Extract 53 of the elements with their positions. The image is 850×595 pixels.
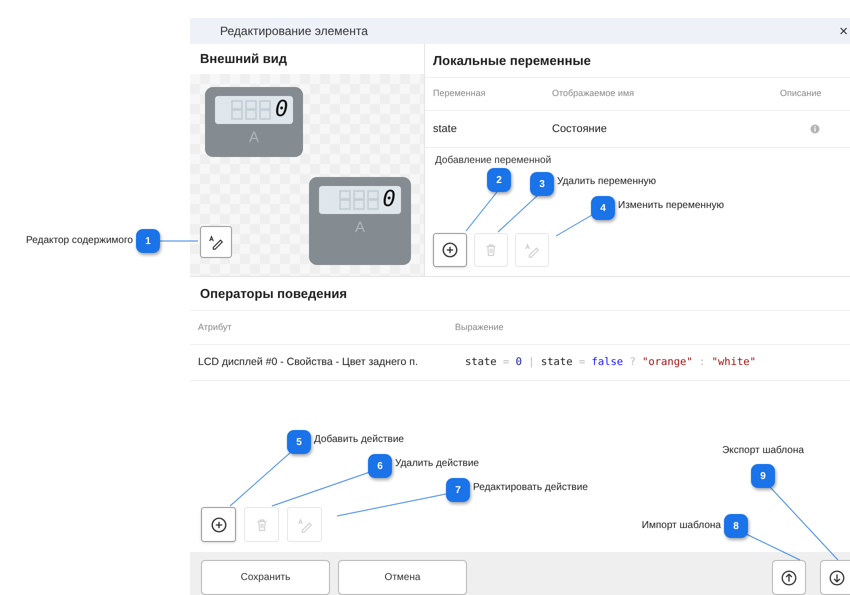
plus-circle-icon [441, 241, 459, 259]
section-label: Добавление переменной [434, 154, 552, 168]
pen-icon [207, 233, 225, 251]
section-heading: Внешний вид [199, 50, 288, 68]
unlit-segments-drawing [338, 190, 381, 210]
add-button[interactable] [433, 233, 467, 267]
leader-line [160, 240, 198, 242]
import-button[interactable] [772, 560, 806, 595]
table-cell-text: Состояние [552, 122, 608, 137]
window-title: Редактирование элемента [220, 23, 368, 40]
column-header: Отображаемое имя [552, 87, 636, 100]
callout-badge: 2 [487, 168, 511, 192]
table-cell-text: state [433, 122, 458, 137]
column-header: Описание [780, 87, 822, 100]
lcd-digit: 0 [382, 189, 396, 211]
add-button[interactable] [201, 507, 236, 542]
callout-label: Добавить действие [314, 434, 404, 446]
callout-label: Импорт шаблона [642, 520, 721, 532]
callout-badge: 9 [751, 464, 775, 488]
content-editor-button[interactable] [200, 226, 232, 258]
table-cell-text: LCD дисплей #0 - Свойства - Цвет заднего п. [198, 354, 419, 370]
footer-button[interactable]: Сохранить [201, 560, 330, 595]
footer-button[interactable]: Отмена [338, 560, 467, 595]
pen-icon [523, 241, 541, 259]
callout-label: Удалить действие [395, 458, 479, 470]
leader-line [556, 214, 592, 236]
callout-label: Удалить переменную [557, 176, 656, 188]
section-heading: Локальные переменные [425, 44, 850, 78]
callout-label: Редактор содержимого [26, 235, 133, 247]
callout-badge: 8 [724, 514, 748, 538]
callout-badge: 1 [136, 229, 160, 253]
lcd-digit: 0 [274, 99, 288, 121]
close-button[interactable]: × [839, 24, 848, 38]
column-header: Выражение [455, 320, 504, 334]
callout-label: Редактировать действие [473, 482, 588, 494]
plus-circle-icon [210, 516, 228, 534]
callout-badge: 6 [368, 454, 392, 478]
export-button[interactable] [820, 560, 850, 595]
section-heading: Операторы поведения [190, 277, 850, 311]
arrow-down-circle-icon [828, 568, 846, 586]
code-expression: state = 0 | state = false ? "orange" : "white" [465, 354, 756, 370]
callout-badge: 7 [446, 478, 470, 502]
callout-badge: 3 [530, 172, 554, 196]
callout-badge: 4 [591, 196, 615, 220]
column-header: Атрибут [198, 320, 233, 334]
column-header: Переменная [433, 87, 486, 100]
callout-badge: 5 [287, 430, 311, 454]
unlit-segments-drawing [230, 100, 273, 120]
leader-line [498, 194, 538, 232]
leader-line [466, 192, 498, 232]
arrow-up-circle-icon [780, 568, 798, 586]
callout-label: Экспорт шаблона [721, 445, 805, 457]
callout-label: Изменить переменную [618, 200, 724, 212]
